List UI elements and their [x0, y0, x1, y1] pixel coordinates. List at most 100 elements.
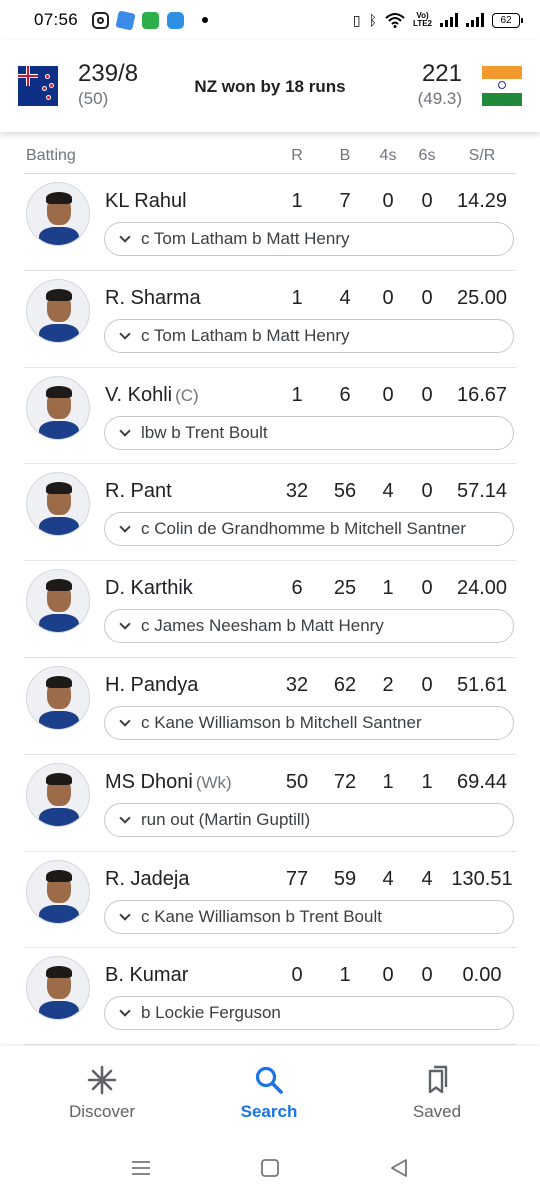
vibrate-icon: ▯	[352, 11, 361, 28]
notification-icons	[92, 9, 209, 31]
nav-search-label: Search	[240, 1102, 298, 1121]
batting-list: KL Rahul 1 7 0 0 14.29 c Tom Latham b Ma…	[24, 174, 516, 1046]
runs: 50	[285, 770, 309, 793]
player-avatar	[26, 762, 90, 827]
fours: 4	[382, 867, 394, 890]
signal-1-icon	[440, 13, 458, 27]
instagram-icon	[92, 11, 110, 29]
runs: 6	[291, 577, 303, 600]
fours-header: 4s	[379, 147, 397, 164]
balls-header: B	[339, 147, 351, 164]
fours: 0	[382, 286, 394, 309]
strike-rate: 51.61	[456, 673, 508, 696]
player-row: H. Pandya 32 62 2 0 51.61 c Kane William…	[24, 658, 516, 755]
fours: 0	[382, 383, 394, 406]
player-name: R. Jadeja	[105, 867, 190, 890]
sixes: 0	[421, 577, 433, 600]
chevron-down-icon	[119, 231, 131, 243]
nav-saved-label: Saved	[412, 1102, 462, 1121]
strike-rate: 130.51	[451, 867, 513, 890]
sixes-header: 6s	[418, 147, 436, 164]
balls: 1	[339, 964, 351, 987]
nav-saved[interactable]: Saved	[377, 1064, 497, 1122]
more-notifications-dot-icon	[202, 17, 209, 23]
match-score-header[interactable]: 239/8 (50) NZ won by 18 runs 221 (49.3)	[0, 40, 540, 132]
strike-rate: 57.14	[456, 480, 508, 503]
balls: 56	[333, 480, 357, 503]
dismissal-chip[interactable]: c Kane Williamson b Mitchell Santner	[104, 705, 514, 740]
team2-overs: (49.3)	[417, 89, 462, 108]
dismissal-chip[interactable]: c Tom Latham b Matt Henry	[104, 318, 514, 353]
dismissal-chip[interactable]: c Tom Latham b Matt Henry	[104, 222, 514, 256]
player-name: R. Pant	[105, 480, 172, 503]
runs-header: R	[291, 147, 303, 164]
wifi-icon	[385, 13, 405, 28]
sixes: 4	[421, 867, 433, 890]
fours: 0	[382, 964, 394, 987]
runs: 77	[285, 867, 309, 890]
dismissal-chip[interactable]: b Lockie Ferguson	[104, 996, 514, 1031]
chevron-down-icon	[119, 618, 131, 630]
recents-menu-icon[interactable]	[129, 1156, 153, 1180]
sixes: 1	[421, 770, 433, 793]
strike-rate: 0.00	[462, 964, 502, 987]
runs: 1	[291, 190, 303, 212]
bluetooth-icon: ᛒ	[368, 12, 378, 28]
bookmarks-icon	[428, 1065, 448, 1094]
player-avatar	[26, 665, 90, 730]
bottom-navigation: Discover Search Saved	[0, 1046, 540, 1142]
dismissal-chip[interactable]: c James Neesham b Matt Henry	[104, 609, 514, 644]
sixes: 0	[421, 673, 433, 696]
dismissal-chip[interactable]: lbw b Trent Boult	[104, 415, 514, 450]
battery-icon: 62	[492, 12, 523, 28]
fours: 2	[382, 673, 394, 696]
search-icon	[255, 1066, 283, 1094]
balls: 72	[333, 770, 357, 793]
player-row: R. Jadeja 77 59 4 4 130.51 c Kane Willia…	[24, 852, 516, 949]
player-avatar	[26, 569, 90, 634]
fours: 0	[382, 190, 394, 212]
cloud-app-icon	[167, 11, 185, 29]
player-name: KL Rahul	[105, 190, 187, 212]
volte-label: Vo) LTE2	[413, 11, 432, 28]
strike-rate: 24.00	[456, 577, 508, 600]
player-avatar	[26, 956, 90, 1021]
dismissal-chip[interactable]: c Kane Williamson b Trent Boult	[104, 899, 514, 934]
chevron-down-icon	[119, 424, 131, 437]
team2-score: 221	[421, 60, 462, 87]
chevron-down-icon	[119, 1005, 131, 1018]
batting-table-header: Batting R B 4s 6s S/R	[24, 144, 516, 174]
batting-heading: Batting	[26, 147, 76, 164]
sixes: 0	[421, 480, 433, 503]
player-row: R. Pant 32 56 4 0 57.14 c Colin de Grand…	[24, 464, 516, 562]
fours: 4	[382, 480, 394, 503]
status-time: 07:56	[34, 10, 79, 29]
chevron-down-icon	[119, 521, 131, 534]
balls: 62	[333, 673, 357, 696]
system-status-icons: ▯ ᛒ Vo) LTE2 62	[352, 11, 523, 29]
home-square-icon[interactable]	[258, 1156, 282, 1180]
dismissal-chip[interactable]: run out (Martin Guptill)	[104, 802, 514, 837]
runs: 0	[291, 964, 303, 987]
player-name: V. Kohli (C)	[105, 383, 199, 406]
status-bar: 07:56 ▯ ᛒ Vo) LTE2 62	[0, 0, 540, 40]
nav-search[interactable]: Search	[209, 1064, 329, 1122]
back-triangle-icon[interactable]	[387, 1156, 411, 1180]
app-blue-icon	[115, 9, 136, 31]
balls: 59	[333, 867, 357, 890]
player-row: B. Kumar 0 1 0 0 0.00 b Lockie Ferguson	[24, 948, 516, 1046]
dismissal-chip[interactable]: c Colin de Grandhomme b Mitchell Santner	[104, 512, 514, 547]
system-navigation-bar	[0, 1142, 540, 1200]
player-row: R. Sharma 1 4 0 0 25.00 c Tom Latham b M…	[24, 271, 516, 368]
fours: 1	[382, 770, 394, 793]
strike-rate: 69.44	[456, 770, 508, 793]
nav-discover[interactable]: Discover	[42, 1064, 162, 1122]
app-green-icon	[142, 11, 160, 29]
balls: 7	[339, 190, 351, 212]
player-name: H. Pandya	[105, 673, 199, 696]
balls: 6	[339, 383, 351, 406]
chevron-down-icon	[119, 328, 131, 340]
player-row: D. Karthik 6 25 1 0 24.00 c James Neesha…	[24, 561, 516, 658]
fours: 1	[382, 577, 394, 600]
strike-rate: 25.00	[456, 286, 508, 309]
